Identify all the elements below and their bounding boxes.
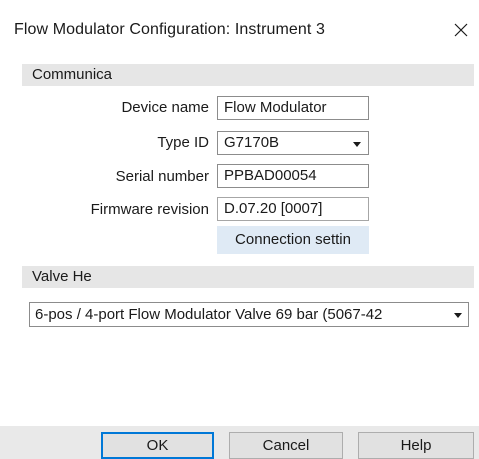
firmware-revision-field: D.07.20 [0007] <box>217 197 369 221</box>
serial-number-label: Serial number <box>115 168 209 185</box>
valve-selected-value: 6-pos / 4-port Flow Modulator Valve 69 b… <box>35 306 383 323</box>
device-name-field[interactable]: Flow Modulator <box>217 96 369 120</box>
title-bar: Flow Modulator Configuration: Instrument… <box>0 0 479 58</box>
flow-modulator-config-dialog: Flow Modulator Configuration: Instrument… <box>0 0 479 459</box>
type-id-label: Type ID <box>157 134 209 151</box>
device-name-label: Device name <box>121 99 209 116</box>
serial-number-field[interactable]: PPBAD00054 <box>217 164 369 188</box>
ok-button[interactable]: OK <box>101 432 214 459</box>
chevron-down-icon <box>353 142 361 147</box>
help-button[interactable]: Help <box>358 432 474 459</box>
valve-dropdown[interactable]: 6-pos / 4-port Flow Modulator Valve 69 b… <box>29 302 469 327</box>
type-id-dropdown[interactable]: G7170B <box>217 131 369 155</box>
firmware-revision-label: Firmware revision <box>90 201 209 218</box>
valve-section-header: Valve He <box>22 266 474 288</box>
connection-settings-button[interactable]: Connection settin <box>217 226 369 254</box>
window-title: Flow Modulator Configuration: Instrument… <box>14 21 326 38</box>
chevron-down-icon <box>454 313 462 318</box>
close-icon <box>454 23 468 37</box>
communication-section-header: Communica <box>22 64 474 86</box>
cancel-button[interactable]: Cancel <box>229 432 343 459</box>
type-id-value: G7170B <box>224 134 280 151</box>
close-button[interactable] <box>447 14 475 44</box>
